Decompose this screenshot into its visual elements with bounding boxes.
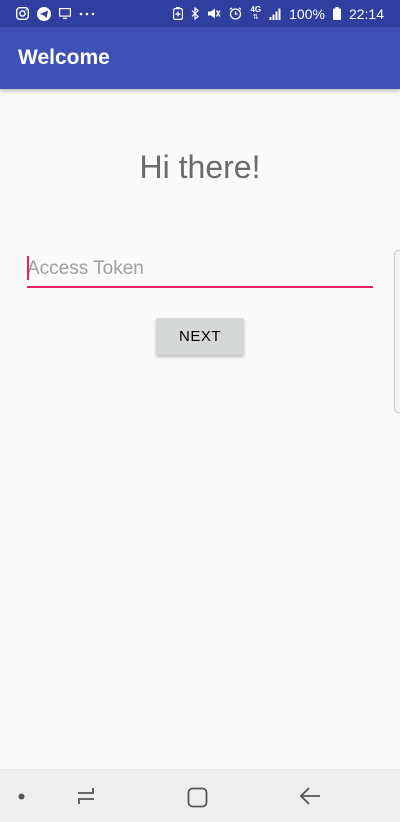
telegram-icon (37, 6, 51, 21)
dot-icon (18, 793, 25, 800)
access-token-input[interactable] (27, 252, 373, 286)
battery-saver-icon (173, 7, 184, 20)
status-bar-right: 4G ⇅ 100% 22:14 (173, 6, 384, 22)
battery-percent: 100% (289, 5, 325, 22)
status-bar-left (16, 6, 95, 21)
data-arrows: ⇅ (252, 14, 259, 21)
navigation-bar (0, 769, 400, 822)
clock: 22:14 (348, 5, 384, 22)
4g-icon: 4G ⇅ (250, 5, 262, 22)
app-title: Welcome (18, 46, 110, 69)
alarm-icon (229, 7, 242, 20)
mute-icon (207, 7, 222, 20)
signal-icon (269, 8, 281, 20)
back-icon[interactable] (299, 786, 321, 806)
status-bar: 4G ⇅ 100% 22:14 (0, 0, 400, 27)
next-button[interactable]: NEXT (156, 318, 244, 355)
edge-panel-handle[interactable] (394, 250, 400, 413)
more-dots-icon (79, 12, 95, 16)
home-icon[interactable] (187, 787, 208, 808)
instagram-icon (16, 7, 29, 20)
app-bar: Welcome (0, 27, 400, 89)
access-token-field[interactable] (27, 252, 373, 288)
battery-icon (332, 7, 341, 20)
cast-icon (59, 8, 71, 19)
bluetooth-icon (191, 7, 200, 20)
text-cursor (27, 256, 29, 280)
network-label: 4G (250, 5, 262, 14)
welcome-content: Hi there! NEXT (0, 89, 400, 769)
recent-apps-icon[interactable] (75, 786, 97, 806)
greeting-heading: Hi there! (139, 149, 261, 185)
